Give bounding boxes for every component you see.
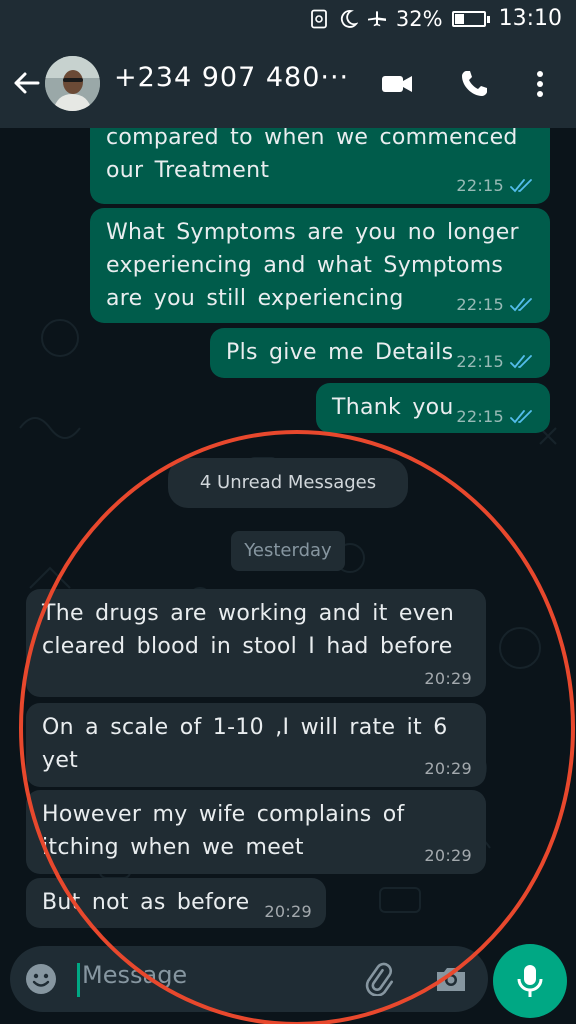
phone-icon[interactable] bbox=[457, 67, 491, 101]
message-time: 20:29 bbox=[264, 902, 312, 921]
avatar-image bbox=[45, 56, 100, 111]
sim-icon bbox=[311, 9, 327, 28]
message-bubble-outgoing[interactable]: compared to when we commenced our Treatm… bbox=[90, 128, 550, 204]
message-bubble-incoming[interactable]: On a scale of 1-10 ,I will rate it 6 yet… bbox=[26, 703, 486, 787]
message-meta: 22:15 bbox=[456, 353, 536, 371]
message-meta: 20:29 bbox=[424, 760, 472, 778]
message-time: 22:15 bbox=[456, 176, 504, 195]
status-bar-right: 32% 13:10 bbox=[309, 6, 562, 31]
message-text: However my wife complains of itching whe… bbox=[42, 802, 405, 860]
message-bubble-outgoing[interactable]: Thank you 22:15 bbox=[316, 383, 550, 433]
message-placeholder: Message bbox=[82, 961, 188, 989]
message-meta: 20:29 bbox=[424, 847, 472, 865]
battery-fill bbox=[454, 13, 465, 24]
double-check-icon bbox=[510, 355, 532, 369]
camera-icon[interactable] bbox=[434, 963, 468, 995]
text-caret bbox=[77, 963, 80, 997]
battery-percent: 32% bbox=[395, 6, 443, 31]
message-meta: 22:15 bbox=[456, 408, 536, 426]
message-bubble-incoming[interactable]: But not as before 20:29 bbox=[26, 878, 326, 928]
message-time: 22:15 bbox=[456, 352, 504, 371]
more-vert-icon[interactable] bbox=[523, 67, 557, 101]
message-bubble-outgoing[interactable]: What Symptoms are you no longer experien… bbox=[90, 208, 550, 323]
contact-name[interactable]: +234 907 480··· bbox=[114, 62, 349, 93]
message-meta: 22:15 bbox=[456, 296, 536, 314]
status-bar: 32% 13:10 bbox=[0, 0, 576, 38]
attach-icon[interactable] bbox=[362, 962, 396, 996]
message-meta: 22:15 bbox=[456, 177, 536, 195]
message-time: 22:15 bbox=[456, 407, 504, 426]
composer-bar: Message bbox=[0, 944, 576, 1024]
date-divider: Yesterday bbox=[231, 531, 345, 571]
message-bubble-outgoing[interactable]: Pls give me Details 22:15 bbox=[210, 328, 550, 378]
message-time: 22:15 bbox=[456, 295, 504, 314]
chat-header: +234 907 480··· bbox=[0, 38, 576, 128]
message-text: On a scale of 1-10 ,I will rate it 6 yet bbox=[42, 715, 448, 773]
battery-icon bbox=[451, 10, 490, 27]
message-bubble-incoming[interactable]: The drugs are working and it even cleare… bbox=[26, 589, 486, 697]
double-check-icon bbox=[510, 410, 532, 424]
message-meta: 20:29 bbox=[424, 670, 472, 688]
mic-icon bbox=[517, 965, 543, 997]
message-meta: 20:29 bbox=[264, 903, 312, 921]
avatar[interactable] bbox=[45, 56, 100, 111]
unread-messages-banner: 4 Unread Messages bbox=[168, 458, 408, 508]
double-check-icon bbox=[510, 298, 532, 312]
message-text: The drugs are working and it even cleare… bbox=[42, 601, 455, 659]
back-arrow-icon[interactable] bbox=[10, 67, 42, 99]
chat-area[interactable]: compared to when we commenced our Treatm… bbox=[0, 128, 576, 944]
message-time: 20:29 bbox=[424, 669, 472, 688]
status-time: 13:10 bbox=[498, 6, 562, 31]
moon-icon bbox=[340, 9, 358, 28]
message-input[interactable]: Message bbox=[10, 946, 488, 1012]
double-check-icon bbox=[510, 179, 532, 193]
message-bubble-incoming[interactable]: However my wife complains of itching whe… bbox=[26, 790, 486, 874]
message-time: 20:29 bbox=[424, 846, 472, 865]
video-call-icon[interactable] bbox=[380, 67, 414, 101]
mic-button[interactable] bbox=[493, 944, 567, 1018]
emoji-icon[interactable] bbox=[24, 962, 58, 996]
airplane-icon bbox=[367, 10, 386, 26]
message-time: 20:29 bbox=[424, 759, 472, 778]
